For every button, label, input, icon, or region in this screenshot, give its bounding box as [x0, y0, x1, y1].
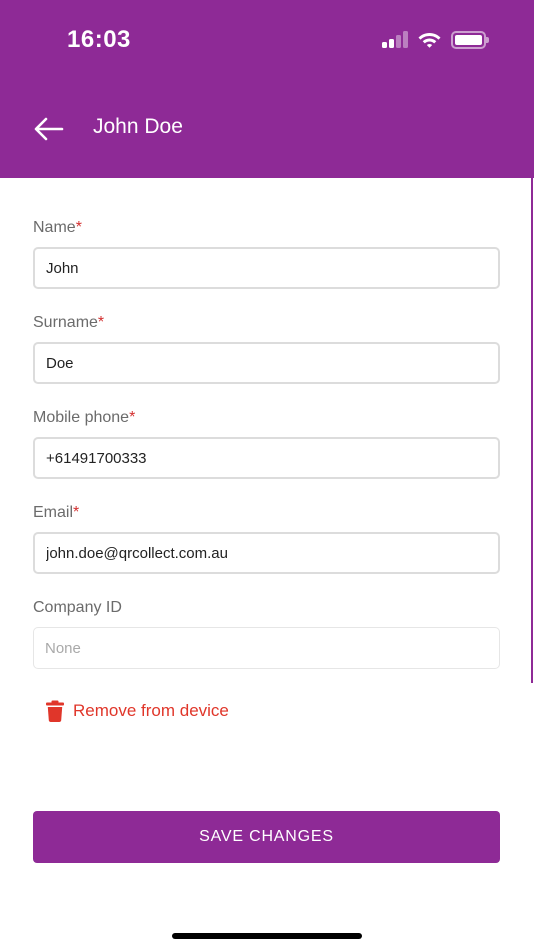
app-header: 16:03 John Doe: [0, 0, 534, 178]
company-id-input[interactable]: [33, 627, 500, 669]
wifi-icon: [418, 33, 441, 48]
home-indicator: [172, 933, 362, 939]
remove-from-device-button[interactable]: Remove from device: [46, 699, 229, 723]
cellular-signal-icon: [382, 31, 408, 48]
screen-title: John Doe: [93, 115, 183, 138]
mobile-phone-label: Mobile phone*: [33, 409, 136, 426]
mobile-phone-input[interactable]: [33, 437, 500, 479]
required-marker: *: [129, 409, 136, 426]
company-id-label: Company ID: [33, 599, 122, 616]
status-time: 16:03: [67, 26, 131, 53]
email-input[interactable]: [33, 532, 500, 574]
required-marker: *: [97, 314, 105, 331]
back-arrow-icon[interactable]: [30, 112, 68, 146]
battery-icon: [451, 31, 489, 49]
scroll-edge-indicator: [531, 178, 533, 683]
remove-from-device-label: Remove from device: [73, 701, 229, 720]
surname-label: Surname*: [33, 314, 105, 331]
surname-input[interactable]: [33, 342, 500, 384]
name-label: Name*: [33, 219, 82, 236]
name-input[interactable]: [33, 247, 500, 289]
trash-icon: [46, 700, 64, 722]
required-marker: *: [73, 504, 80, 521]
required-marker: *: [75, 219, 82, 236]
save-changes-button[interactable]: SAVE CHANGES: [33, 811, 500, 863]
email-label: Email*: [33, 504, 80, 521]
